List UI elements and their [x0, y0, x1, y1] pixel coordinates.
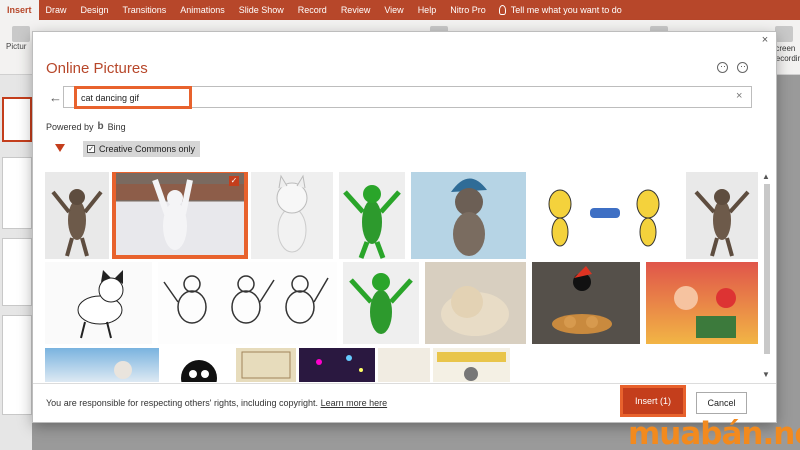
creative-commons-label: Creative Commons only	[99, 144, 196, 154]
result-image[interactable]	[425, 262, 526, 344]
filter-icon[interactable]	[55, 144, 65, 152]
tab-review[interactable]: Review	[334, 0, 378, 20]
dialog-title: Online Pictures	[46, 60, 148, 77]
slide-thumbnail[interactable]	[2, 157, 32, 229]
result-image[interactable]	[532, 262, 640, 344]
scroll-thumb[interactable]	[764, 184, 770, 354]
lightbulb-icon	[498, 5, 506, 15]
scroll-up-icon[interactable]: ▲	[762, 172, 770, 181]
tab-design[interactable]: Design	[74, 0, 116, 20]
bing-logo-icon: b	[97, 121, 104, 132]
clear-icon[interactable]: ×	[736, 90, 742, 102]
watermark-logo: muabán.net	[628, 416, 800, 450]
result-image[interactable]	[339, 172, 405, 259]
result-image[interactable]	[165, 348, 233, 382]
screen-recording-icon[interactable]	[775, 26, 793, 42]
result-image[interactable]	[433, 348, 510, 382]
result-image[interactable]	[45, 172, 109, 259]
result-image[interactable]	[378, 348, 430, 382]
frown-feedback-icon[interactable]	[737, 62, 748, 73]
tab-record[interactable]: Record	[291, 0, 334, 20]
checkbox-icon[interactable]: ✓	[87, 145, 95, 153]
result-image[interactable]	[343, 262, 419, 344]
search-results-grid: ✓	[45, 172, 758, 382]
insert-button[interactable]: Insert (1)	[620, 385, 686, 417]
disclaimer-text: You are responsible for respecting other…	[46, 398, 319, 408]
bing-label: Bing	[107, 121, 126, 132]
smile-feedback-icon[interactable]	[717, 62, 728, 73]
result-image[interactable]	[532, 172, 680, 259]
copyright-disclaimer: You are responsible for respecting other…	[46, 398, 387, 408]
result-image[interactable]	[299, 348, 375, 382]
slide-thumbnail[interactable]	[2, 315, 32, 415]
tell-me-search[interactable]: Tell me what you want to do	[498, 5, 622, 15]
scroll-down-icon[interactable]: ▼	[762, 370, 770, 379]
powered-by: Powered by b Bing	[46, 121, 126, 132]
result-image[interactable]	[686, 172, 758, 259]
results-scrollbar[interactable]: ▲ ▼	[762, 170, 772, 384]
footer-divider	[33, 383, 776, 384]
slide-thumbnails-pane	[0, 75, 32, 450]
learn-more-link[interactable]: Learn more here	[321, 398, 388, 408]
slide-thumbnail[interactable]	[2, 238, 32, 306]
powered-by-label: Powered by	[46, 121, 94, 132]
creative-commons-filter[interactable]: ✓ Creative Commons only	[83, 141, 201, 157]
ribbon-tab-bar: Insert Draw Design Transitions Animation…	[0, 0, 800, 20]
result-image[interactable]	[411, 172, 526, 259]
tab-help[interactable]: Help	[411, 0, 444, 20]
close-icon[interactable]: ×	[759, 34, 771, 46]
selected-check-icon: ✓	[229, 176, 239, 186]
tab-insert[interactable]: Insert	[0, 0, 39, 20]
result-image[interactable]	[236, 348, 296, 382]
result-image[interactable]	[251, 172, 333, 259]
tab-slide-show[interactable]: Slide Show	[232, 0, 291, 20]
tab-nitro-pro[interactable]: Nitro Pro	[443, 0, 493, 20]
tab-draw[interactable]: Draw	[39, 0, 74, 20]
pictures-icon[interactable]	[12, 26, 30, 42]
tell-me-label: Tell me what you want to do	[510, 5, 622, 15]
cancel-button[interactable]: Cancel	[696, 392, 747, 414]
tab-view[interactable]: View	[377, 0, 410, 20]
tab-animations[interactable]: Animations	[173, 0, 232, 20]
result-image[interactable]	[45, 348, 159, 382]
search-box[interactable]: ×	[63, 86, 752, 109]
result-image[interactable]	[45, 262, 152, 344]
result-image[interactable]	[158, 262, 337, 344]
tab-transitions[interactable]: Transitions	[116, 0, 174, 20]
online-pictures-dialog: × Online Pictures ← × Powered by b Bing …	[33, 32, 776, 422]
slide-thumbnail[interactable]	[2, 97, 32, 142]
result-image[interactable]	[646, 262, 758, 344]
result-image-selected[interactable]: ✓	[112, 172, 248, 259]
search-input[interactable]	[74, 86, 192, 109]
back-arrow-icon[interactable]: ←	[49, 90, 62, 105]
pictures-label: Pictur	[6, 42, 27, 51]
